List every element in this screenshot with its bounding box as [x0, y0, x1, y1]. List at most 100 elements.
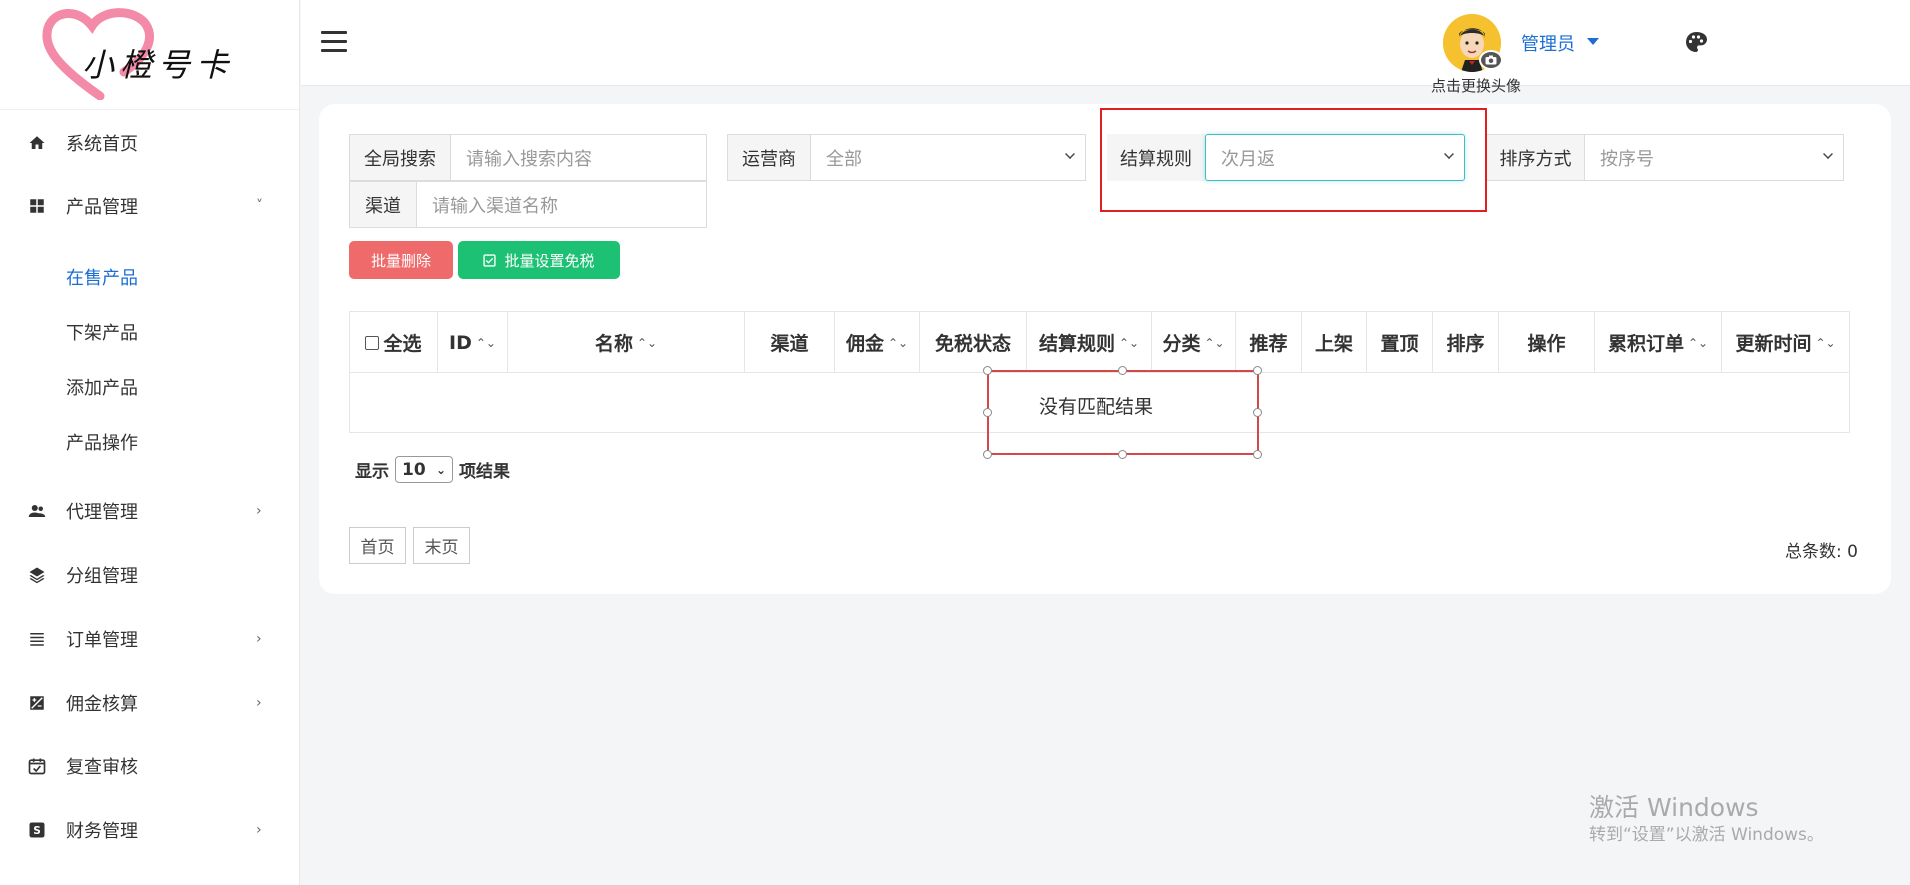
chevron-down-icon: ⌄: [435, 462, 446, 477]
chevron-down-icon: [1823, 149, 1833, 159]
sort-icon: ⌃⌄: [887, 335, 909, 350]
table-header: 全选 ID ⌃⌄ 名称 ⌃⌄ 渠道 佣金 ⌃⌄ 免税状态 结算规则 ⌃⌄ 分类 ⌃⌄ 推荐…: [350, 312, 1849, 373]
col-category[interactable]: 分类 ⌃⌄: [1152, 312, 1236, 373]
sort-icon: ⌃⌄: [475, 335, 496, 350]
first-page-button[interactable]: 首页: [349, 527, 406, 564]
sort-mode-group: 排序方式 按序号: [1486, 134, 1844, 181]
last-page-button[interactable]: 末页: [413, 527, 470, 564]
chevron-right-icon: ›: [256, 503, 262, 519]
sidebar-item-review[interactable]: 复查审核: [0, 746, 300, 786]
chevron-right-icon: ›: [256, 822, 262, 838]
col-total-orders[interactable]: 累积订单 ⌃⌄: [1595, 312, 1722, 373]
resize-handle[interactable]: [1253, 366, 1262, 375]
chevron-right-icon: ›: [256, 631, 262, 647]
resize-handle[interactable]: [1253, 450, 1262, 459]
col-label: 推荐: [1249, 333, 1288, 355]
sidebar-item-orders[interactable]: 订单管理 ›: [0, 619, 300, 659]
palette-icon[interactable]: [1684, 30, 1708, 54]
sort-icon: ⌃⌄: [1687, 335, 1709, 350]
annotation-selection-box: [987, 370, 1259, 455]
col-label: 免税状态: [934, 333, 1011, 355]
sidebar-item-label: 产品管理: [66, 197, 138, 218]
grid-icon: [27, 196, 47, 216]
global-search-group: 全局搜索 请输入搜索内容: [349, 134, 707, 181]
svg-text:S: S: [33, 825, 41, 837]
sidebar-item-home[interactable]: 系统首页: [0, 123, 300, 163]
batch-taxfree-button[interactable]: 批量设置免税: [458, 241, 620, 279]
select-all-checkbox[interactable]: [365, 335, 380, 350]
sort-mode-label: 排序方式: [1487, 135, 1585, 180]
sidebar-subitem-offshelf[interactable]: 下架产品: [66, 319, 138, 345]
sidebar-item-label: 代理管理: [66, 502, 138, 523]
col-label: 名称: [594, 333, 633, 355]
sidebar-item-label: 系统首页: [66, 134, 138, 155]
sidebar-item-agents[interactable]: 代理管理 ›: [0, 491, 300, 531]
col-recommend: 推荐: [1236, 312, 1302, 373]
operator-label: 运营商: [728, 135, 811, 180]
sidebar-subitem-onsale[interactable]: 在售产品: [66, 264, 138, 290]
avatar-caption[interactable]: 点击更换头像: [1431, 75, 1521, 96]
menu-toggle-icon[interactable]: [321, 31, 347, 53]
calendar-check-icon: [27, 756, 47, 776]
dollar-icon: S: [27, 820, 47, 840]
resize-handle[interactable]: [983, 450, 992, 459]
list-icon: [27, 629, 47, 649]
sidebar-item-groups[interactable]: 分组管理: [0, 555, 300, 595]
col-label: 累积订单: [1607, 333, 1684, 355]
channel-group: 渠道 请输入渠道名称: [349, 181, 707, 228]
col-updated-at[interactable]: 更新时间 ⌃⌄: [1722, 312, 1849, 373]
resize-handle[interactable]: [983, 366, 992, 375]
col-id[interactable]: ID ⌃⌄: [438, 312, 508, 373]
camera-icon[interactable]: [1479, 50, 1503, 70]
resize-handle[interactable]: [1118, 450, 1127, 459]
col-commission[interactable]: 佣金 ⌃⌄: [835, 312, 920, 373]
col-channel: 渠道: [745, 312, 835, 373]
logo[interactable]: 小橙号卡: [0, 0, 299, 110]
resize-handle[interactable]: [1118, 366, 1127, 375]
resize-handle[interactable]: [983, 408, 992, 417]
chevron-down-icon: ˅: [256, 198, 263, 214]
sidebar-item-label: 财务管理: [66, 821, 138, 842]
total-count: 总条数: 0: [1785, 542, 1858, 562]
channel-label: 渠道: [350, 182, 417, 227]
sort-mode-select[interactable]: 按序号: [1585, 135, 1843, 180]
sidebar-subitem-add[interactable]: 添加产品: [66, 374, 138, 400]
col-actions: 操作: [1499, 312, 1595, 373]
batch-delete-button[interactable]: 批量删除: [349, 241, 453, 279]
col-label: 上架: [1314, 333, 1353, 355]
page-size-suffix: 项结果: [459, 462, 510, 482]
sidebar-item-label: 订单管理: [66, 630, 138, 651]
user-menu[interactable]: 管理员: [1521, 30, 1575, 56]
sidebar-item-label: 分组管理: [66, 566, 138, 587]
sort-icon: ⌃⌄: [636, 335, 658, 350]
layers-icon: [27, 565, 47, 585]
checkbox-icon: [483, 253, 497, 267]
col-label: 结算规则: [1038, 333, 1115, 355]
sort-icon: ⌃⌄: [1815, 335, 1836, 350]
caret-down-icon[interactable]: [1587, 38, 1599, 45]
operator-select[interactable]: 全部: [811, 135, 1085, 180]
annotation-highlight-box: [1100, 108, 1487, 212]
page-size-select[interactable]: 10 ⌄: [395, 456, 453, 483]
col-label: 更新时间: [1735, 333, 1812, 355]
chevron-right-icon: ›: [256, 695, 262, 711]
sidebar-item-products[interactable]: 产品管理 ˅: [0, 186, 300, 226]
top-header: [301, 0, 1910, 86]
col-order: 排序: [1433, 312, 1499, 373]
col-select-all[interactable]: 全选: [350, 312, 438, 373]
col-label: 操作: [1527, 333, 1566, 355]
global-search-input[interactable]: 请输入搜索内容: [451, 135, 706, 180]
resize-handle[interactable]: [1253, 408, 1262, 417]
sidebar-item-label: 佣金核算: [66, 694, 138, 715]
col-label: 渠道: [770, 333, 809, 355]
page-size-value: 10: [402, 459, 426, 480]
page-size-control: 显示 10 ⌄ 项结果: [355, 456, 510, 483]
sidebar-item-commission[interactable]: 佣金核算 ›: [0, 683, 300, 723]
sidebar-subitem-ops[interactable]: 产品操作: [66, 429, 138, 455]
global-search-label: 全局搜索: [350, 135, 451, 180]
sidebar-item-finance[interactable]: S 财务管理 ›: [0, 810, 300, 850]
col-name[interactable]: 名称 ⌃⌄: [508, 312, 745, 373]
col-pin: 置顶: [1367, 312, 1433, 373]
channel-input[interactable]: 请输入渠道名称: [417, 182, 706, 227]
col-settle-rule[interactable]: 结算规则 ⌃⌄: [1027, 312, 1152, 373]
